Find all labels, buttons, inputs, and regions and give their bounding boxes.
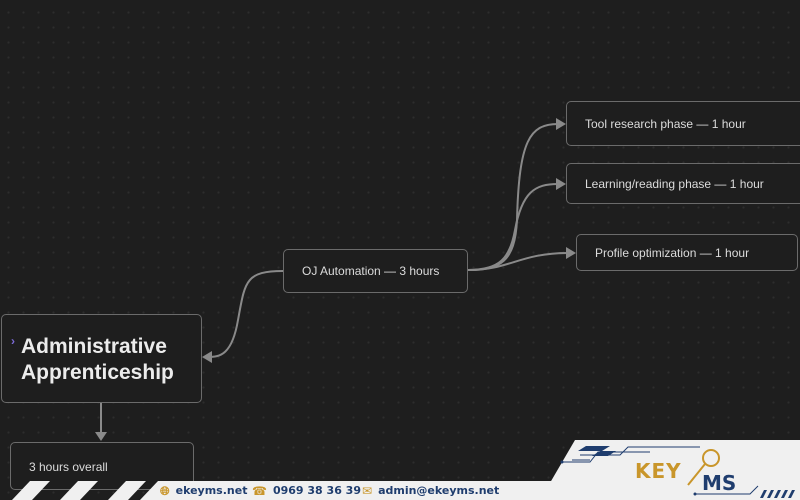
logo-text-key: KEY	[635, 459, 682, 483]
footer-email[interactable]: ✉ admin@ekeyms.net	[362, 484, 499, 497]
hazard-stripes	[12, 481, 146, 500]
mail-icon: ✉	[362, 483, 373, 498]
logo-text-ms: MS	[702, 471, 736, 495]
phone-icon: ☎	[252, 483, 267, 498]
footer-decoration: KEY MS	[12, 440, 800, 500]
email-text: admin@ekeyms.net	[378, 484, 500, 497]
footer-phone[interactable]: ☎ 0969 38 36 39	[252, 484, 361, 497]
globe-icon: 🌐︎	[160, 483, 170, 498]
footer-banner: KEY MS 🌐︎ ekeyms.net ☎ 0969 38 36 39 ✉ a…	[0, 0, 800, 500]
phone-text: 0969 38 36 39	[272, 484, 361, 497]
footer-website[interactable]: 🌐︎ ekeyms.net	[160, 484, 247, 497]
website-text: ekeyms.net	[175, 484, 248, 497]
